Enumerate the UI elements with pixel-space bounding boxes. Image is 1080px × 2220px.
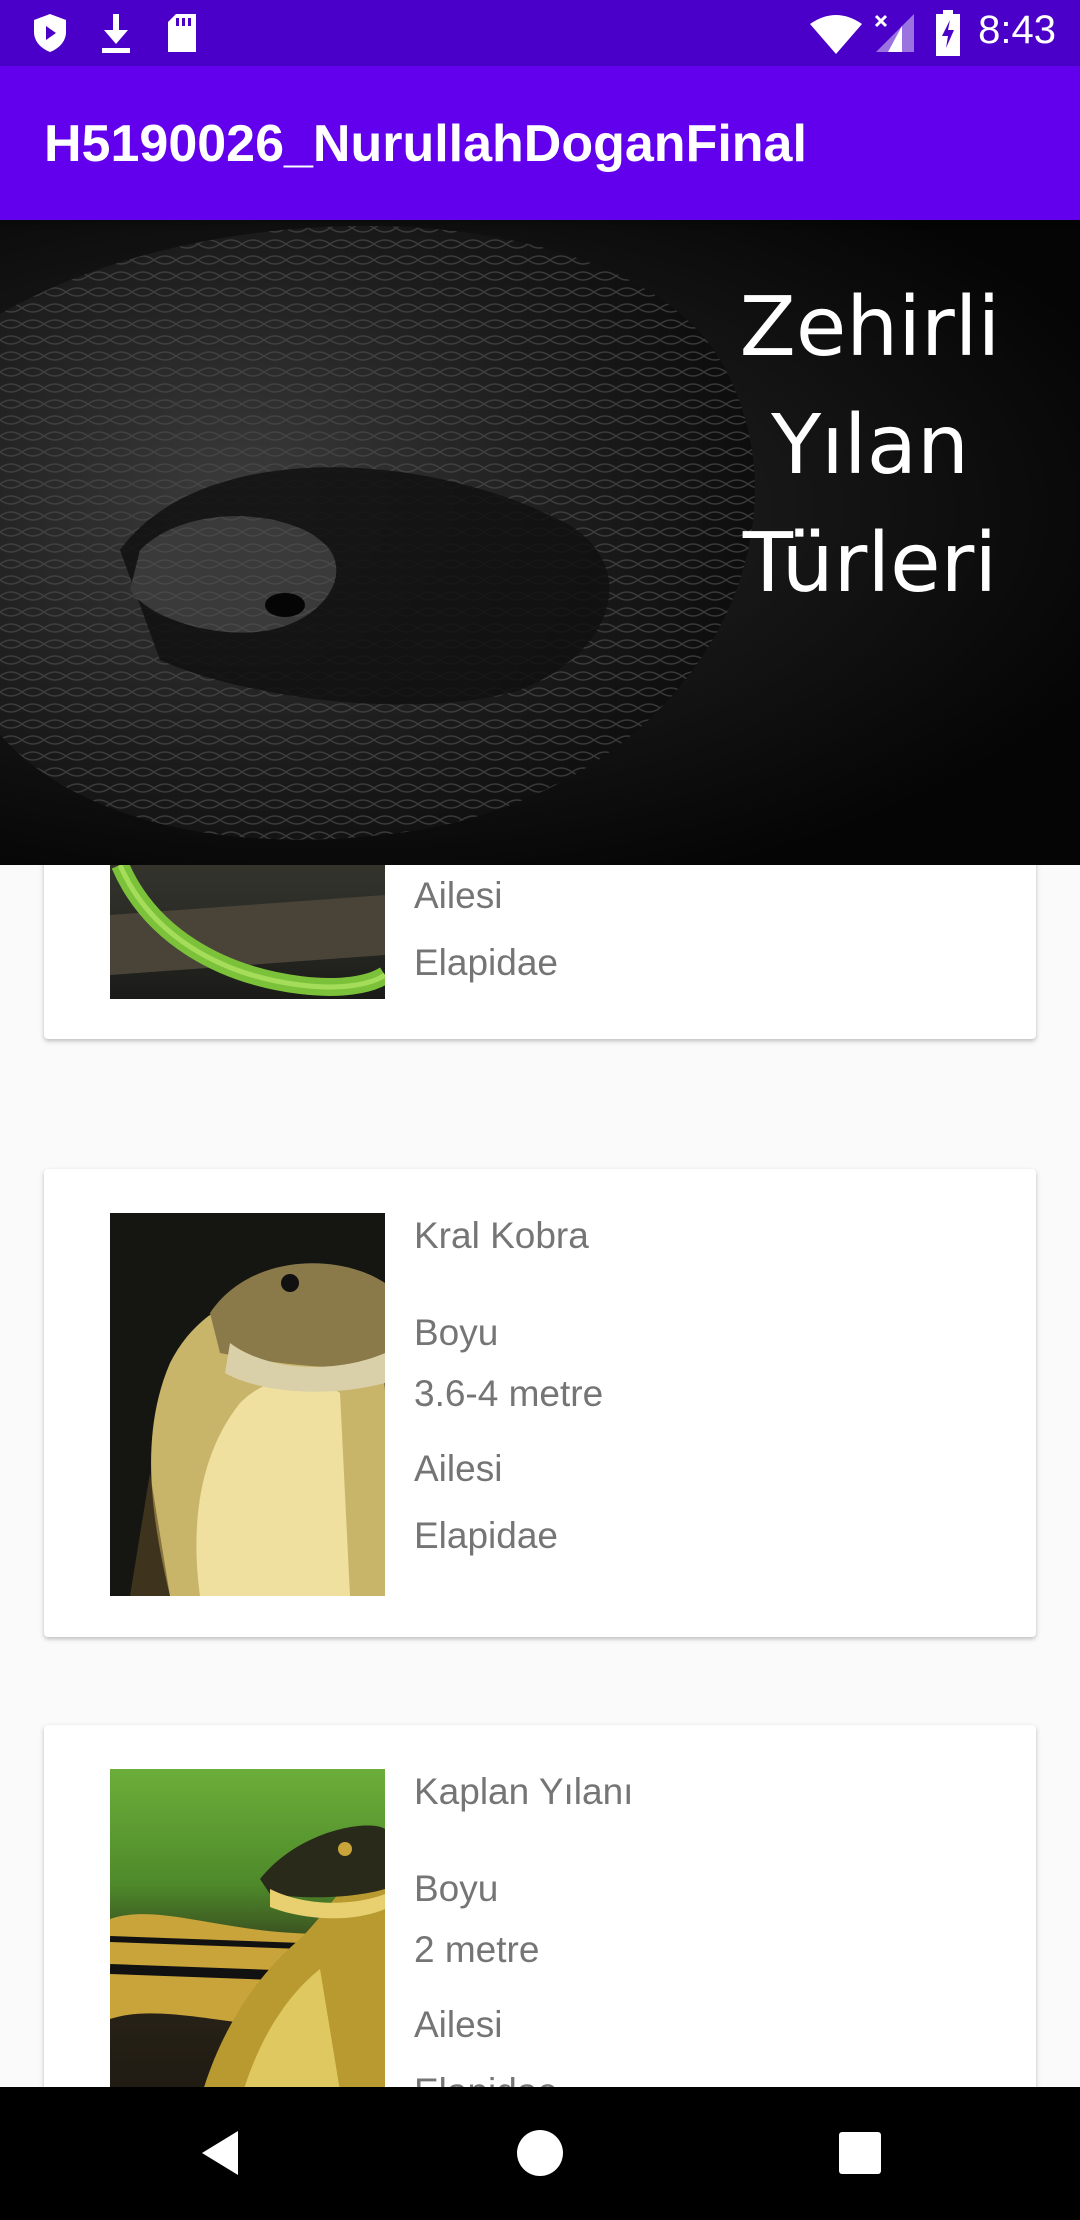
status-bar: 8:43 (0, 0, 1080, 66)
snake-family-label: Ailesi (414, 2004, 503, 2045)
snake-card[interactable]: Kaplan Yılanı Boyu 2 metre Ailesi Elapid… (44, 1725, 1036, 2087)
battery-icon (936, 10, 960, 56)
snake-family-value: Elapidae (414, 1515, 559, 1556)
banner-title-line: Zehirli (739, 280, 1001, 375)
sd-card-icon (168, 14, 196, 52)
snake-list[interactable]: Ailesi Elapidae Kral Kobra Boyu 3.6-4 me… (0, 865, 1080, 2087)
shield-icon (34, 14, 66, 52)
banner-title-line: Yılan (771, 398, 969, 493)
green-snake-image (110, 865, 385, 999)
snake-length-label: Boyu (414, 1312, 499, 1353)
snake-name: Kral Kobra (414, 1215, 589, 1256)
snake-length-value: 3.6-4 metre (414, 1373, 604, 1414)
snake-length-value: 2 metre (414, 1929, 540, 1970)
download-icon (102, 14, 130, 53)
snake-family-label: Ailesi (414, 1448, 503, 1489)
snake-family-value: Elapidae (414, 2071, 558, 2087)
signal-icon (874, 14, 914, 52)
app-bar: H5190026_NurullahDoganFinal (0, 66, 1080, 220)
snake-length-label: Boyu (414, 1868, 499, 1909)
app-title: H5190026_NurullahDoganFinal (44, 115, 807, 173)
wifi-icon (810, 15, 862, 54)
back-icon[interactable] (190, 2123, 250, 2183)
snake-card[interactable]: Ailesi Elapidae (44, 865, 1036, 1039)
banner-title-line: Türleri (742, 516, 998, 611)
snake-family-value: Elapidae (414, 942, 559, 983)
home-icon[interactable] (510, 2123, 570, 2183)
tiger-snake-image (110, 1769, 385, 2087)
snake-family-label: Ailesi (414, 875, 503, 916)
king-cobra-image (110, 1213, 385, 1596)
clock: 8:43 (978, 8, 1056, 52)
snake-name: Kaplan Yılanı (414, 1771, 634, 1812)
recents-icon[interactable] (830, 2123, 890, 2183)
banner-image: Zehirli Yılan Türleri (0, 220, 1080, 865)
snake-card[interactable]: Kral Kobra Boyu 3.6-4 metre Ailesi Elapi… (44, 1169, 1036, 1637)
navigation-bar (0, 2087, 1080, 2220)
